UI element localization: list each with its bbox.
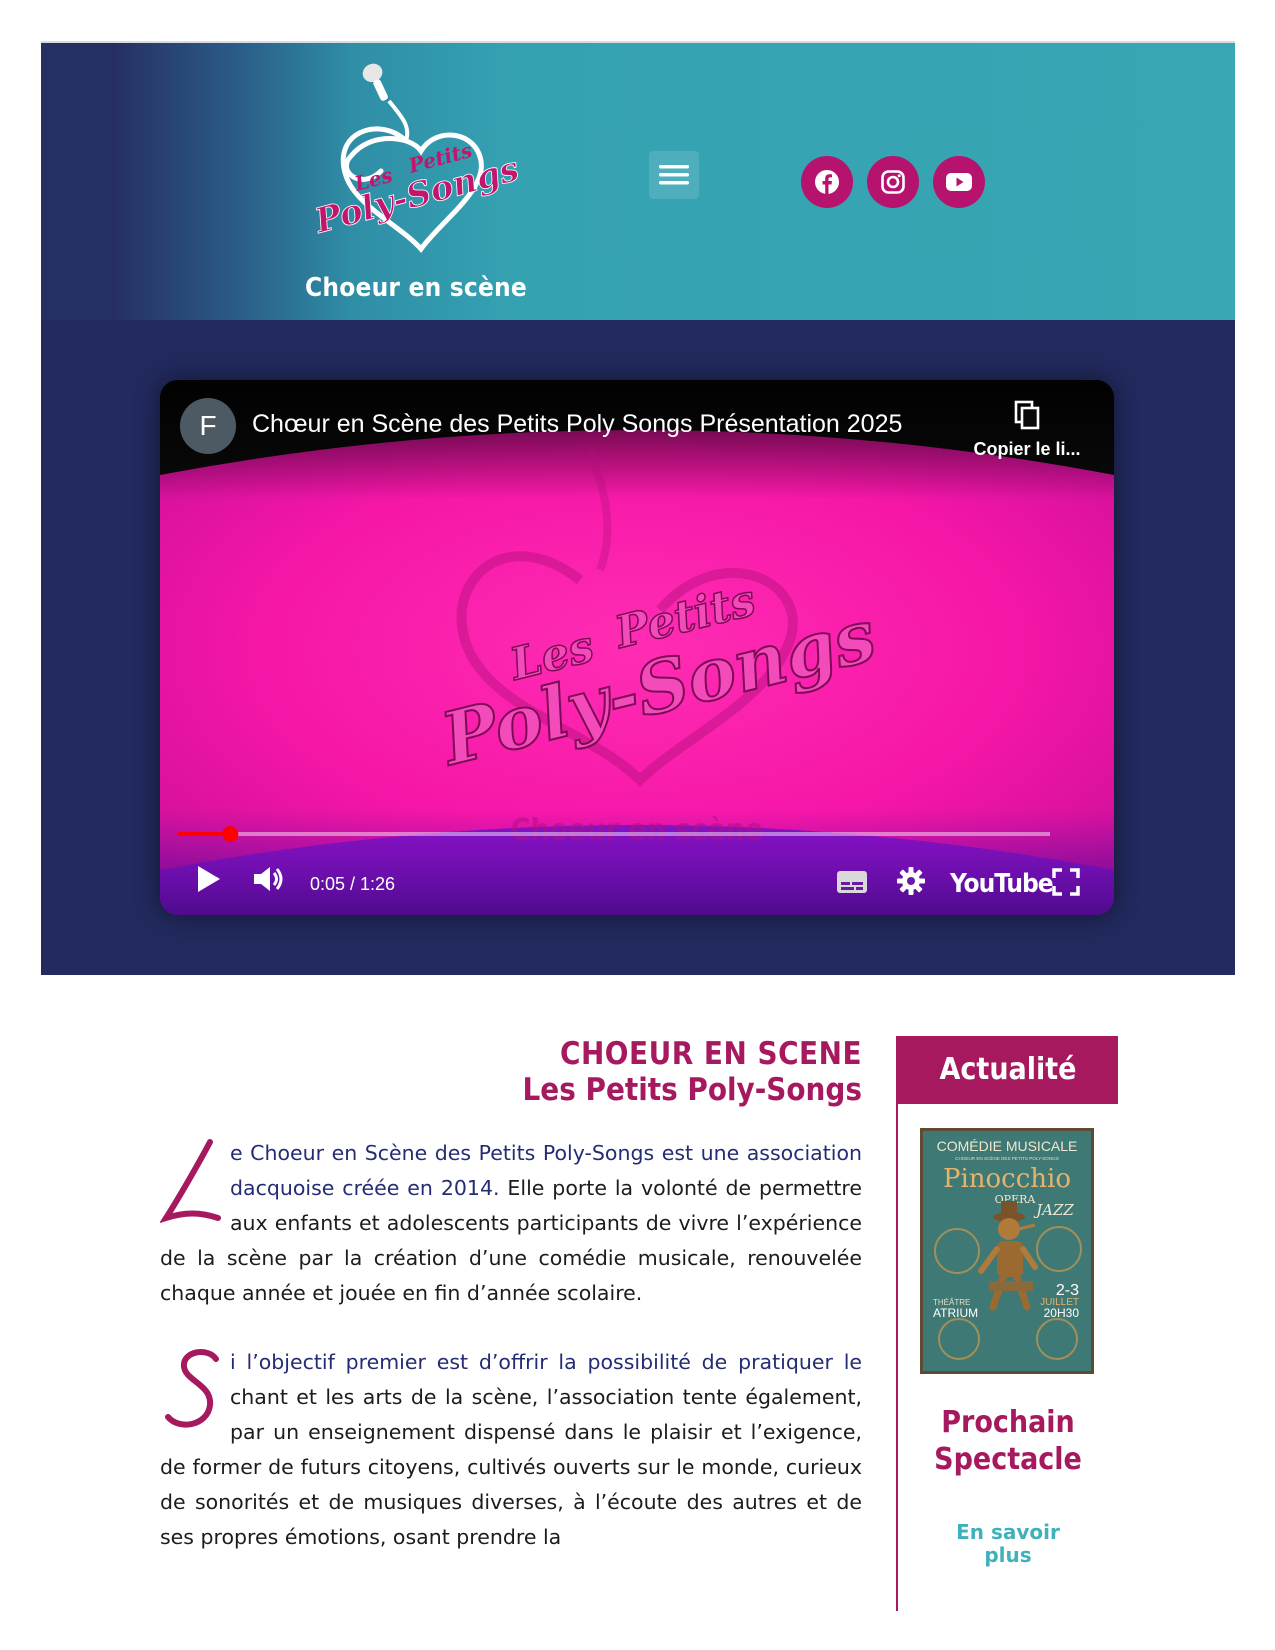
settings-button[interactable] <box>896 866 926 900</box>
paragraph-2: S i l’objectif premier est d’offrir la p… <box>160 1345 862 1555</box>
show-poster[interactable]: COMÉDIE MUSICALE CHOEUR EN SCÈNE DES PET… <box>920 1128 1094 1374</box>
volume-icon <box>254 867 283 891</box>
svg-text:JAZZ: JAZZ <box>1033 1201 1074 1219</box>
pinocchio-poster-image: COMÉDIE MUSICALE CHOEUR EN SCÈNE DES PET… <box>923 1131 1091 1371</box>
paragraph-1: L e Choeur en Scène des Petits Poly-Song… <box>160 1136 862 1311</box>
news-sidebar: Actualité COMÉDIE MUSICALE CHOEUR EN SCÈ… <box>896 1036 1118 1611</box>
svg-text:COMÉDIE MUSICALE: COMÉDIE MUSICALE <box>937 1138 1078 1154</box>
copy-icon <box>1014 400 1040 430</box>
site-logo[interactable]: Les Petits Poly-Songs <box>310 61 531 261</box>
article-subtitle: Les Petits Poly-Songs <box>522 1072 862 1108</box>
logo-heart-mic-icon: Les Petits Poly-Songs <box>310 63 524 254</box>
hamburger-menu-icon <box>659 165 689 185</box>
svg-text:Choeur en scène: Choeur en scène <box>511 813 764 848</box>
learn-more-line1: En savoir <box>956 1520 1060 1544</box>
next-show-title-line1: Prochain <box>941 1405 1075 1440</box>
article-content: CHOEUR EN SCENE Les Petits Poly-Songs L … <box>160 1036 862 1555</box>
svg-text:Pinocchio: Pinocchio <box>943 1164 1071 1194</box>
dropcap-l: L <box>160 1136 221 1224</box>
svg-text:CHOEUR EN SCÈNE DES PETITS POL: CHOEUR EN SCÈNE DES PETITS POLY-SONGS <box>955 1155 1059 1161</box>
channel-avatar[interactable]: F <box>180 398 236 454</box>
subtitles-icon <box>837 871 867 893</box>
site-tagline: Choeur en scène <box>305 273 527 303</box>
volume-button[interactable] <box>252 864 286 898</box>
copy-link-button[interactable]: Copier le li... <box>952 400 1102 460</box>
fullscreen-icon <box>1052 868 1080 896</box>
gear-icon <box>897 867 925 895</box>
video-frame: Les Petits Poly-Songs Choeur en scène <box>160 380 1114 915</box>
paragraph-2-body: chant et les arts de la scène, l’associa… <box>160 1385 862 1549</box>
facebook-icon <box>815 170 839 194</box>
learn-more-line2: plus <box>984 1543 1032 1567</box>
fullscreen-button[interactable] <box>1052 868 1080 900</box>
svg-text:S: S <box>160 1345 173 1350</box>
next-show-title: Prochain Spectacle <box>898 1404 1118 1478</box>
svg-text:ATRIUM: ATRIUM <box>933 1306 978 1320</box>
copy-link-label: Copier le li... <box>973 439 1081 459</box>
article-title: CHOEUR EN SCENE <box>560 1036 862 1072</box>
video-progress-handle[interactable] <box>222 826 239 842</box>
sidebar-heading: Actualité <box>898 1036 1118 1104</box>
video-time: 0:05 / 1:26 <box>310 874 396 894</box>
next-show-title-line2: Spectacle <box>934 1442 1082 1477</box>
subtitles-button[interactable] <box>836 870 868 898</box>
svg-text:20H30: 20H30 <box>1044 1306 1080 1320</box>
youtube-logo-link[interactable]: YouTube <box>950 869 1054 899</box>
learn-more-link[interactable]: En savoir plus <box>898 1521 1118 1567</box>
paragraph-2-lead: i l’objectif premier est d’offrir la pos… <box>230 1350 862 1374</box>
instagram-icon <box>881 170 905 194</box>
facebook-link[interactable] <box>801 156 853 208</box>
youtube-icon <box>946 173 972 191</box>
instagram-link[interactable] <box>867 156 919 208</box>
site-header: Les Petits Poly-Songs Choeur en scène <box>41 43 1235 320</box>
play-icon <box>198 866 220 892</box>
dropcap-s: S <box>160 1345 219 1428</box>
video-progress-track[interactable] <box>178 832 1050 836</box>
play-button[interactable] <box>196 864 222 898</box>
video-title[interactable]: Chœur en Scène des Petits Poly Songs Pré… <box>252 410 902 439</box>
youtube-video-player[interactable]: Les Petits Poly-Songs Choeur en scène F … <box>160 380 1114 915</box>
youtube-link[interactable] <box>933 156 985 208</box>
menu-button[interactable] <box>649 151 699 199</box>
svg-text:L: L <box>160 1136 172 1141</box>
